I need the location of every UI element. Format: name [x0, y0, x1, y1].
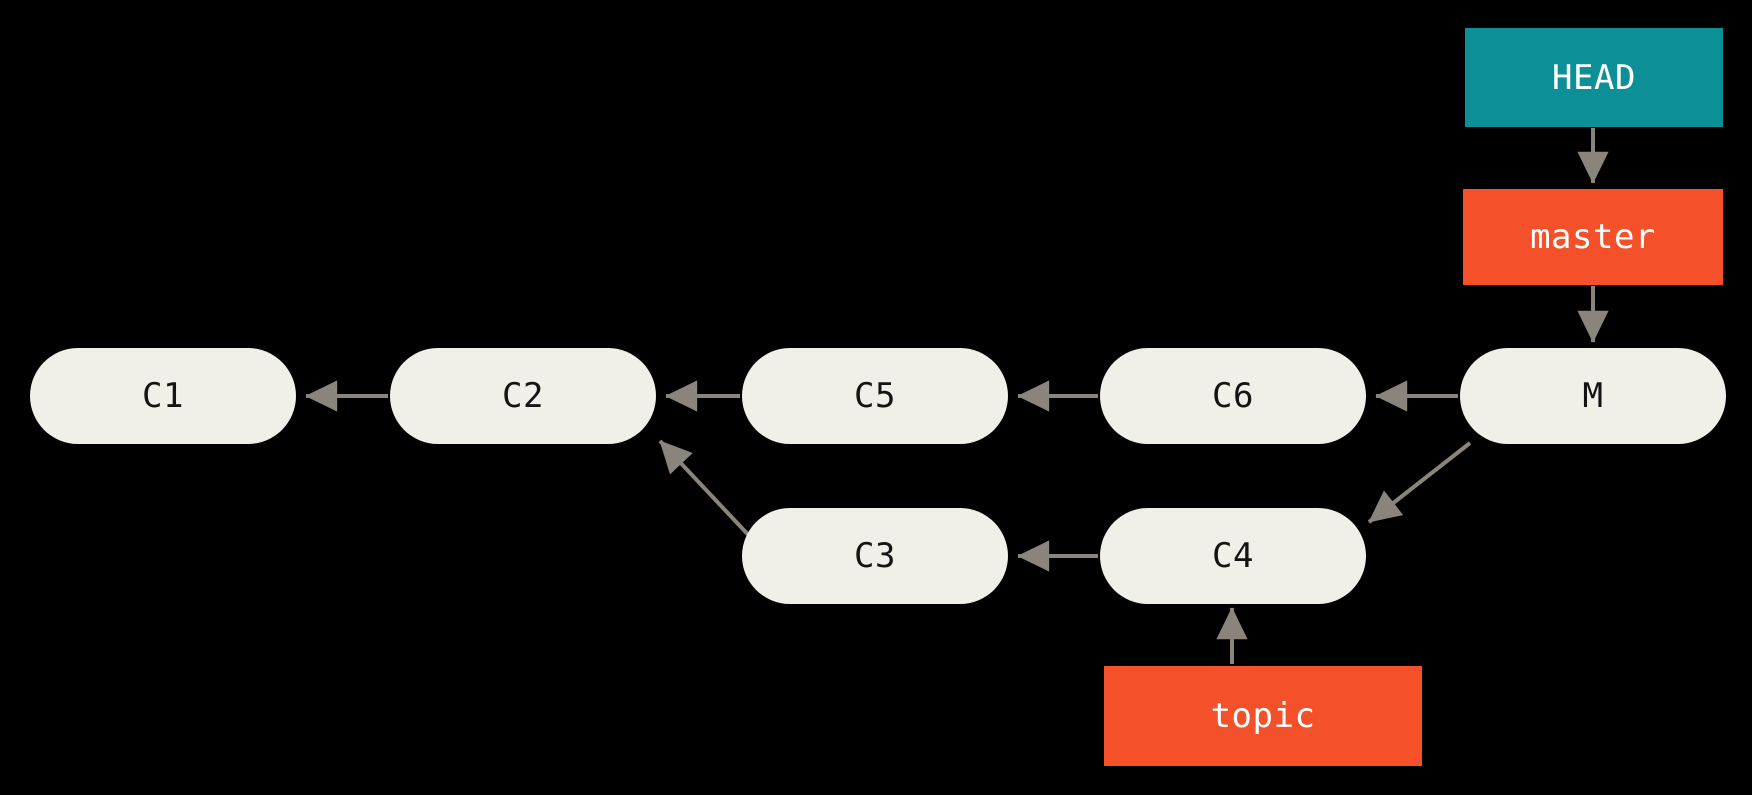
edge-c3-to-c2 — [658, 439, 758, 545]
commit-label: C2 — [502, 376, 544, 416]
commit-label: M — [1582, 376, 1604, 416]
commit-node-c4[interactable]: C4 — [1100, 508, 1366, 604]
commit-node-c3[interactable]: C3 — [742, 508, 1008, 604]
commit-node-c2[interactable]: C2 — [390, 348, 656, 444]
edge-m-to-c4 — [1367, 441, 1472, 524]
commit-label: C3 — [854, 536, 896, 576]
commit-label: C1 — [142, 376, 184, 416]
commit-node-c5[interactable]: C5 — [742, 348, 1008, 444]
head-pointer-label: HEAD — [1552, 57, 1636, 98]
branch-label-topic[interactable]: topic — [1104, 666, 1422, 766]
head-pointer[interactable]: HEAD — [1465, 28, 1723, 127]
branch-label-text: topic — [1210, 696, 1316, 736]
commit-node-c6[interactable]: C6 — [1100, 348, 1366, 444]
branch-label-master[interactable]: master — [1463, 189, 1723, 285]
branch-label-text: master — [1530, 217, 1656, 257]
commit-label: C6 — [1212, 376, 1254, 416]
commit-label: C5 — [854, 376, 896, 416]
commit-node-m[interactable]: M — [1460, 348, 1726, 444]
commit-node-c1[interactable]: C1 — [30, 348, 296, 444]
commit-label: C4 — [1212, 536, 1254, 576]
git-history-diagram: C1 C2 C5 C6 M C3 C4 HEAD master topic — [0, 0, 1752, 795]
